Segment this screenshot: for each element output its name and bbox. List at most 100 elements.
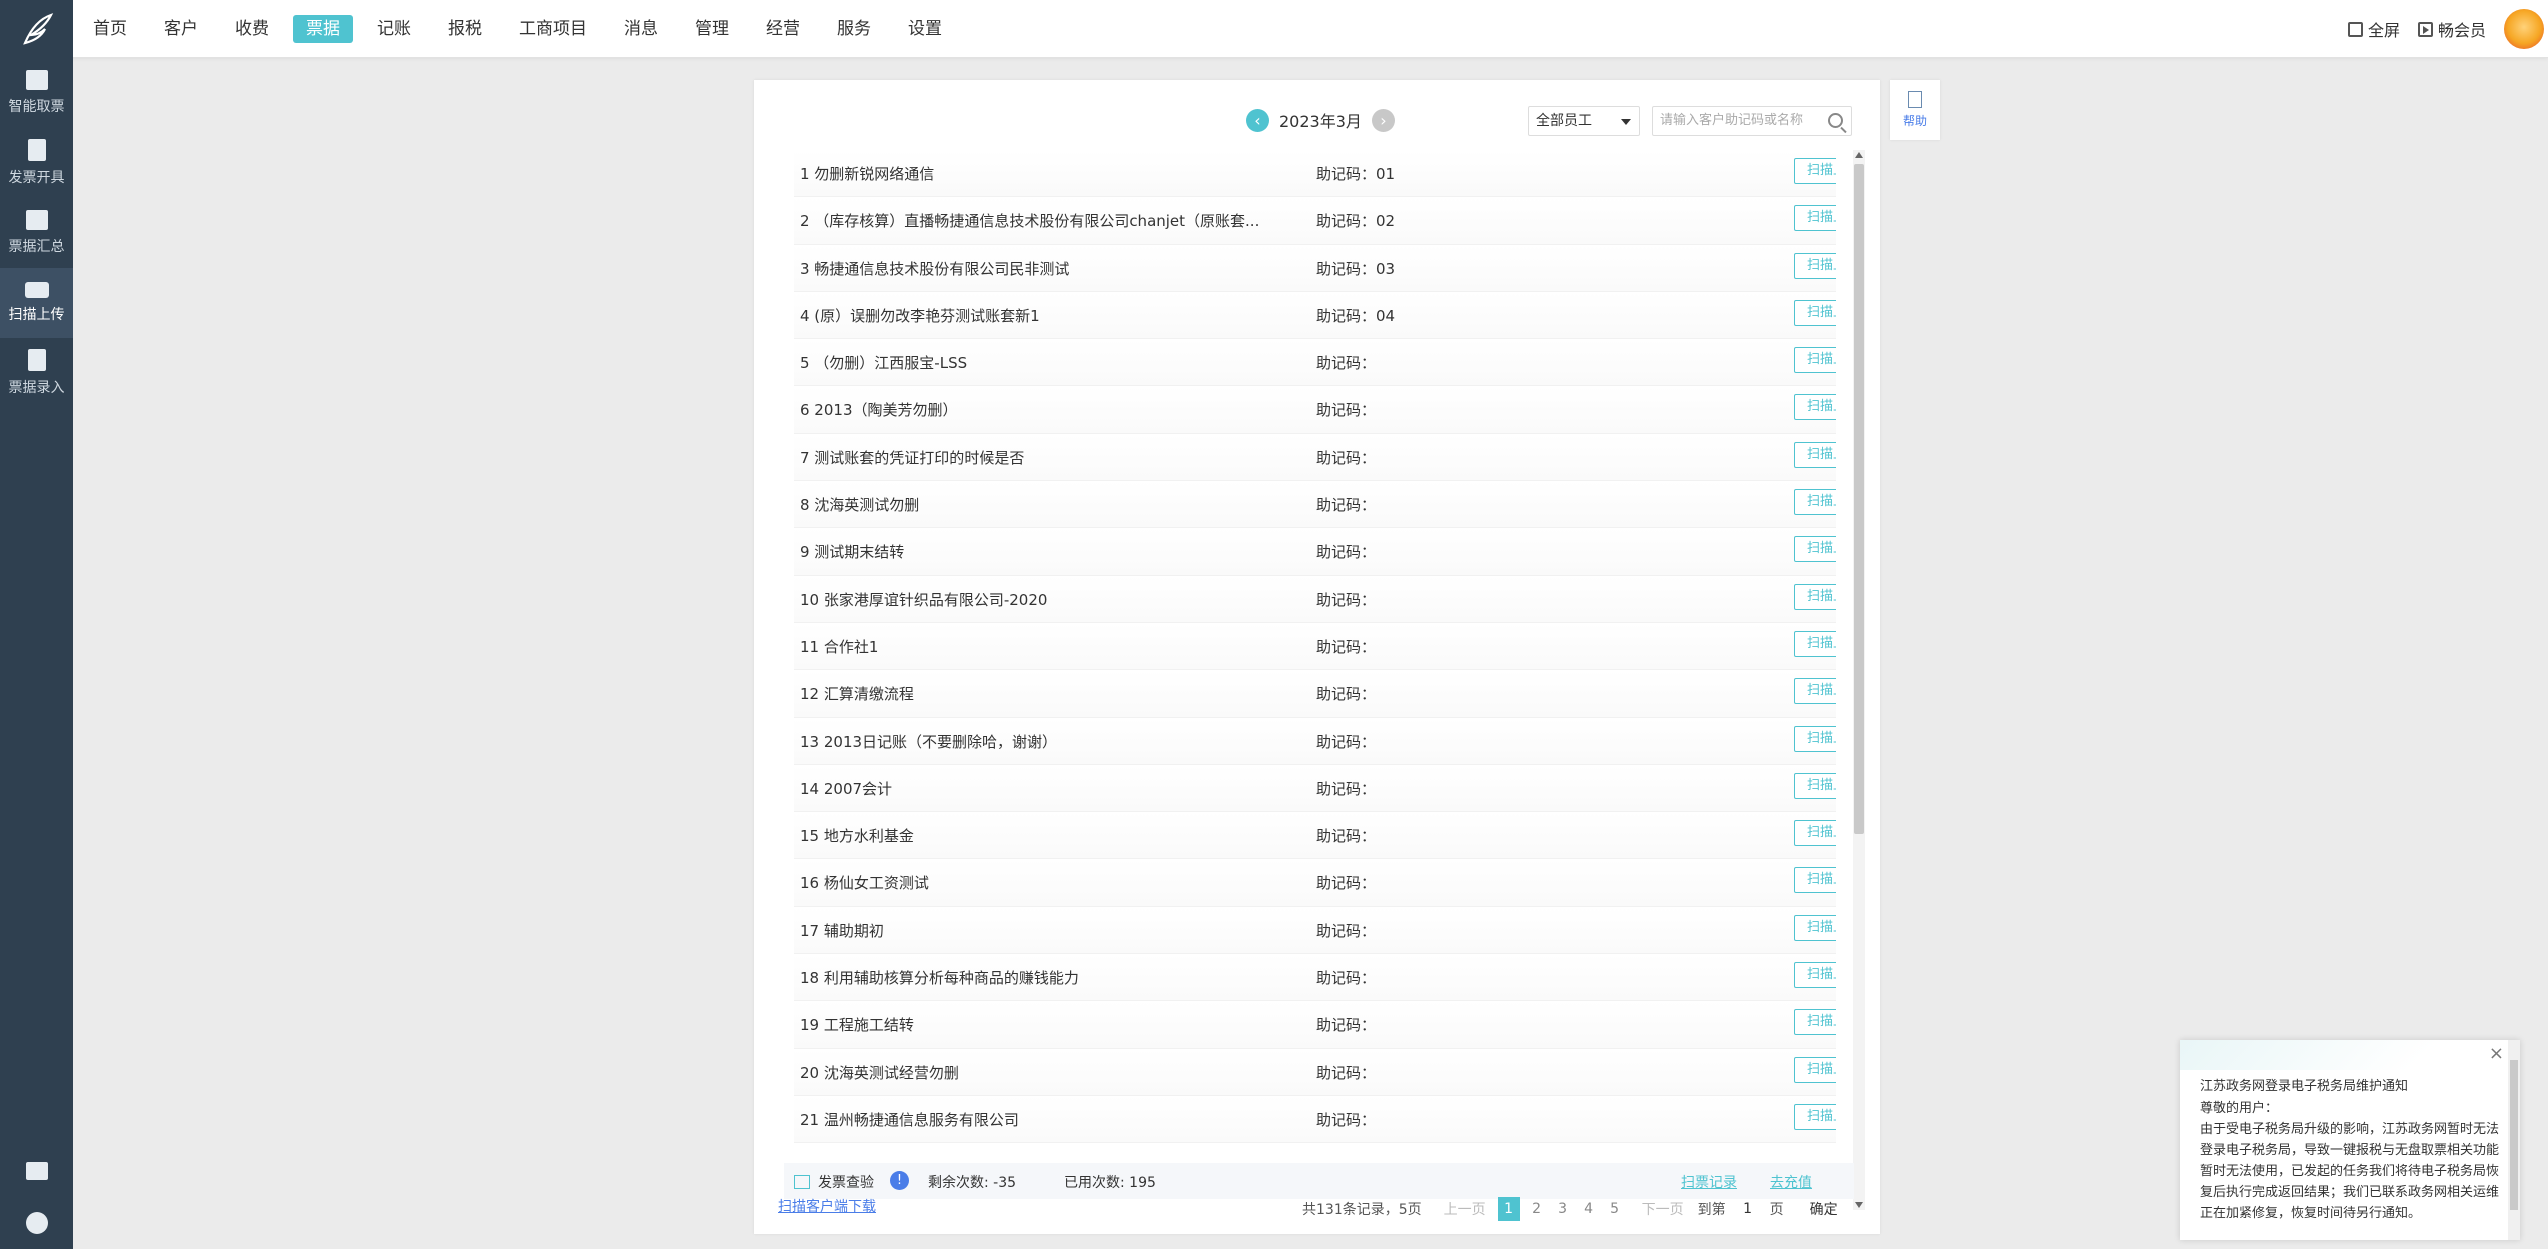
list-item: 18 利用辅助核算分析每种商品的赚钱能力 助记码： 扫描上传 — [794, 954, 1836, 1002]
scan-upload-button[interactable]: 扫描上传 — [1794, 205, 1836, 232]
scan-upload-button[interactable]: 扫描上传 — [1794, 962, 1836, 989]
page-2[interactable]: 2 — [1524, 1201, 1550, 1217]
list-item: 5 （勿删）江西服宝-LSS 助记码： 扫描上传 — [794, 339, 1836, 387]
goto-confirm-button[interactable]: 确定 — [1810, 1199, 1838, 1219]
app-logo[interactable] — [0, 0, 73, 58]
scroll-up-icon[interactable] — [1855, 152, 1863, 158]
scan-upload-button[interactable]: 扫描上传 — [1794, 1103, 1836, 1130]
scan-upload-button[interactable]: 扫描上传 — [1794, 1056, 1836, 1083]
notice-scroll-thumb[interactable] — [2510, 1060, 2518, 1210]
scan-upload-button[interactable]: 扫描上传 — [1794, 536, 1836, 563]
nav-services[interactable]: 服务 — [824, 15, 884, 43]
mnemonic-code-label: 助记码： — [1316, 827, 1377, 846]
scan-upload-button[interactable]: 扫描上传 — [1794, 394, 1836, 421]
download-client-link[interactable]: 扫描客户端下载 — [778, 1196, 876, 1216]
mnemonic-code: 助记码：01 — [1316, 163, 1395, 184]
nav-settings[interactable]: 设置 — [895, 15, 955, 43]
next-page-button[interactable]: 下一页 — [1642, 1199, 1684, 1219]
scan-upload-button[interactable]: 扫描上传 — [1794, 772, 1836, 799]
mnemonic-code-label: 助记码： — [1316, 1063, 1377, 1082]
sidebar-item-scan-upload[interactable]: 扫描上传 — [0, 268, 73, 338]
nav-management[interactable]: 管理 — [682, 15, 742, 43]
page-3[interactable]: 3 — [1550, 1201, 1576, 1217]
list-item: 11 合作社1 助记码： 扫描上传 — [794, 622, 1836, 671]
goto-page-input[interactable]: 1 — [1734, 1201, 1762, 1217]
sidebar-monitor-button[interactable] — [0, 1145, 73, 1197]
list-item: 21 温州畅捷通信息服务有限公司 助记码： 扫描上传 — [794, 1095, 1836, 1144]
nav-operations[interactable]: 经营 — [753, 15, 813, 43]
page-5[interactable]: 5 — [1602, 1201, 1628, 1217]
notice-greeting: 尊敬的用户： — [2200, 1101, 2279, 1116]
nav-business-projects[interactable]: 工商项目 — [506, 15, 600, 43]
scroll-down-icon[interactable] — [1855, 1202, 1863, 1208]
nav-home[interactable]: 首页 — [80, 15, 140, 43]
list-scrollbar[interactable] — [1853, 150, 1865, 1210]
info-icon[interactable]: ! — [890, 1171, 909, 1190]
next-month-button[interactable]: › — [1371, 108, 1395, 132]
page-1[interactable]: 1 — [1497, 1197, 1520, 1221]
scan-upload-button[interactable]: 扫描上传 — [1794, 252, 1836, 279]
scan-upload-button[interactable]: 扫描上传 — [1794, 1009, 1836, 1036]
scan-upload-button[interactable]: 扫描上传 — [1794, 347, 1836, 374]
sidebar-item-smart-fetch[interactable]: 智能取票 — [0, 58, 73, 128]
sidebar-support-button[interactable] — [0, 1197, 73, 1249]
search-icon[interactable] — [1828, 113, 1843, 128]
sidebar-item-invoice-entry[interactable]: 票据录入 — [0, 338, 73, 408]
sidebar: 智能取票 发票开具 票据汇总 扫描上传 票据录入 — [0, 58, 73, 1249]
scan-upload-button[interactable]: 扫描上传 — [1794, 867, 1836, 894]
nav-bookkeeping[interactable]: 记账 — [364, 15, 424, 43]
fullscreen-label: 全屏 — [2367, 21, 2400, 40]
sidebar-item-label: 票据录入 — [8, 380, 65, 396]
list-item: 14 2007会计 助记码： 扫描上传 — [794, 764, 1836, 813]
scan-upload-button[interactable]: 扫描上传 — [1794, 725, 1836, 752]
sidebar-item-invoice-summary[interactable]: 票据汇总 — [0, 198, 73, 268]
customer-search-input[interactable]: 请输入客户助记码或名称 — [1652, 106, 1852, 136]
close-icon[interactable]: × — [2489, 1043, 2504, 1064]
page-4[interactable]: 4 — [1576, 1201, 1602, 1217]
scan-upload-button[interactable]: 扫描上传 — [1794, 583, 1836, 610]
sidebar-bottom — [0, 1145, 73, 1249]
fullscreen-button[interactable]: 全屏 — [2347, 17, 2400, 41]
nav-fees[interactable]: 收费 — [222, 15, 282, 43]
help-button[interactable]: 帮助 — [1890, 80, 1940, 140]
customer-name: 9 测试期末结转 — [800, 543, 905, 562]
month-navigator: ‹ 2023年3月 › — [1246, 108, 1395, 132]
avatar[interactable] — [2504, 9, 2544, 49]
mnemonic-code: 助记码： — [1316, 967, 1376, 988]
mnemonic-code: 助记码： — [1316, 447, 1376, 468]
scan-upload-button[interactable]: 扫描上传 — [1794, 630, 1836, 657]
customer-name: 2 （库存核算）直播畅捷通信息技术股份有限公司chanjet（原账套... — [800, 212, 1260, 231]
staff-select[interactable]: 全部员工 — [1528, 106, 1640, 136]
nav-tax-filing[interactable]: 报税 — [435, 15, 495, 43]
nav-messages[interactable]: 消息 — [611, 15, 671, 43]
scan-upload-button[interactable]: 扫描上传 — [1794, 441, 1836, 468]
prev-page-button[interactable]: 上一页 — [1444, 1199, 1490, 1219]
mnemonic-code: 助记码： — [1316, 541, 1376, 562]
invoice-check[interactable]: 发票查验 — [794, 1172, 874, 1192]
list-item: 12 汇算清缴流程 助记码： 扫描上传 — [794, 670, 1836, 718]
feather-logo-icon — [22, 13, 53, 45]
scan-upload-button[interactable]: 扫描上传 — [1794, 678, 1836, 705]
nav-invoices[interactable]: 票据 — [293, 15, 353, 43]
scan-upload-button[interactable]: 扫描上传 — [1794, 820, 1836, 847]
member-button[interactable]: 畅会员 — [2417, 17, 2486, 41]
notice-scrollbar[interactable] — [2508, 1040, 2520, 1240]
scan-upload-button[interactable]: 扫描上传 — [1794, 299, 1836, 326]
list-item: 17 辅助期初 助记码： 扫描上传 — [794, 906, 1836, 955]
list-item: 20 沈海英测试经营勿删 助记码： 扫描上传 — [794, 1048, 1836, 1096]
list-item: 4 (原）误删勿改李艳芬测试账套新1 助记码：04 扫描上传 — [794, 291, 1836, 340]
scan-upload-button[interactable]: 扫描上传 — [1794, 489, 1836, 516]
recharge-link[interactable]: 去充值 — [1770, 1172, 1812, 1192]
scan-log-link[interactable]: 扫票记录 — [1681, 1172, 1737, 1192]
monitor-icon — [25, 1162, 48, 1180]
nav-customers[interactable]: 客户 — [151, 15, 211, 43]
prev-month-button[interactable]: ‹ — [1246, 108, 1269, 132]
sidebar-item-issue-invoice[interactable]: 发票开具 — [0, 128, 73, 198]
scroll-thumb[interactable] — [1854, 164, 1864, 834]
clipboard-icon — [27, 139, 46, 161]
invoice-check-icon — [794, 1175, 810, 1189]
scan-upload-button[interactable]: 扫描上传 — [1794, 914, 1836, 941]
scan-upload-button[interactable]: 扫描上传 — [1794, 158, 1836, 184]
mnemonic-code: 助记码： — [1316, 825, 1376, 846]
list-item: 16 杨仙女工资测试 助记码： 扫描上传 — [794, 859, 1836, 907]
